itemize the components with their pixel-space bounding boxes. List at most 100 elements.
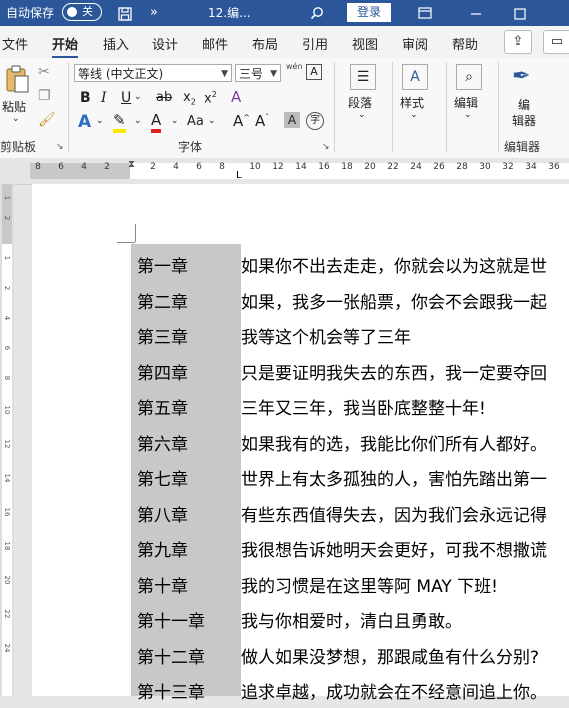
chapter-row[interactable]: 第八章 有些东西值得失去，因为我们会永远记得 — [32, 495, 569, 531]
document-title[interactable]: 12.编... — [208, 0, 251, 26]
paste-chevron-icon[interactable]: ⌄ — [12, 114, 20, 124]
tab-view[interactable]: 视图 — [352, 34, 378, 53]
bold-icon[interactable]: B — [80, 90, 91, 106]
chevron-down-icon[interactable]: ⌄ — [410, 110, 418, 120]
grow-font-icon[interactable]: A^ — [233, 112, 250, 130]
minimize-icon[interactable] — [470, 0, 482, 26]
vruler-tick-label: 1 — [3, 195, 11, 201]
chevron-down-icon[interactable]: ⌄ — [134, 116, 142, 126]
divider — [446, 62, 447, 152]
chapter-row[interactable]: 第四章 只是要证明我失去的东西，我一定要夺回 — [32, 353, 569, 389]
chapter-row[interactable]: 第九章 我很想告诉她明天会更好，可我不想撒谎 — [32, 530, 569, 566]
tab-insert[interactable]: 插入 — [103, 34, 129, 53]
chevron-down-icon[interactable]: ⌄ — [464, 110, 472, 120]
shrink-font-icon[interactable]: Aˇ — [255, 112, 269, 130]
editor-group-label: 编辑器 — [504, 140, 541, 154]
styles-label[interactable]: 样式 — [400, 94, 424, 111]
editor-label-line2[interactable]: 辑器 — [512, 112, 536, 129]
cut-icon[interactable]: ✂ — [38, 64, 50, 80]
margin-corner-mark — [117, 242, 135, 243]
tab-layout[interactable]: 布局 — [252, 34, 278, 53]
chapter-row[interactable]: 第一章 如果你不出去走走，你就会以为这就是世 — [32, 246, 569, 282]
tab-mailings[interactable]: 邮件 — [202, 34, 228, 53]
paste-icon[interactable] — [2, 64, 32, 98]
font-launcher-icon[interactable]: ↘ — [322, 142, 330, 152]
character-border-icon[interactable]: A — [306, 64, 322, 80]
clear-formatting-icon[interactable]: A — [231, 88, 241, 106]
ribbon-display-icon[interactable] — [418, 0, 432, 26]
tab-references[interactable]: 引用 — [302, 34, 328, 53]
strikethrough-icon[interactable]: ab — [156, 90, 172, 105]
ruler-tick-label: 30 — [479, 162, 491, 172]
search-icon[interactable] — [310, 0, 324, 26]
clipboard-launcher-icon[interactable]: ↘ — [56, 142, 64, 152]
chapter-label: 第二章 — [137, 292, 188, 313]
find-icon[interactable]: ⌕ — [456, 64, 482, 90]
text-effects-icon[interactable]: A — [78, 112, 91, 132]
chapter-row[interactable]: 第十一章 我与你相爱时，清白且勇敢。 — [32, 601, 569, 637]
chapter-row[interactable]: 第十章 我的习惯是在这里等阿 MAY 下班! — [32, 566, 569, 602]
paragraph-icon[interactable]: ☰ — [350, 64, 376, 90]
enclose-characters-icon[interactable]: 字 — [306, 112, 324, 130]
chevron-down-icon[interactable]: ⌄ — [171, 116, 179, 126]
autosave-toggle[interactable]: 关 — [62, 3, 102, 21]
maximize-icon[interactable] — [514, 0, 526, 26]
chapter-row[interactable]: 第六章 如果我有的选，我能比你们所有人都好。 — [32, 424, 569, 460]
ruler-tick-label: 26 — [433, 162, 445, 172]
tab-stop-icon[interactable]: L — [236, 170, 242, 181]
font-group-label: 字体 — [178, 140, 203, 154]
comment-icon[interactable]: ▭ — [543, 30, 569, 54]
chapter-text: 如果你不出去走走，你就会以为这就是世 — [241, 257, 547, 277]
tab-review[interactable]: 审阅 — [402, 34, 428, 53]
editor-icon[interactable]: ✒ — [512, 64, 530, 89]
chevron-down-icon[interactable]: ⌄ — [134, 92, 142, 102]
ruler-tick-label: 18 — [341, 162, 353, 172]
chevron-down-icon[interactable]: ⌄ — [358, 110, 366, 120]
document-page[interactable]: 第一章 如果你不出去走走，你就会以为这就是世第二章 如果，我多一张船票，你会不会跟我… — [32, 184, 569, 703]
tab-file[interactable]: 文件 — [2, 34, 28, 53]
chapter-label: 第十一章 — [137, 612, 205, 632]
italic-icon[interactable]: I — [101, 90, 107, 106]
indent-marker-icon[interactable]: ⧗ — [128, 159, 135, 170]
tab-help[interactable]: 帮助 — [452, 34, 478, 53]
chapter-row[interactable]: 第五章 三年又三年，我当卧底整整十年! — [32, 388, 569, 424]
paste-label[interactable]: 粘贴 — [2, 98, 26, 115]
tab-home[interactable]: 开始 — [52, 34, 79, 58]
title-bar: 自动保存 关 » 12.编... 登录 — [0, 0, 569, 26]
font-size-select[interactable]: 三号 ▼ — [235, 64, 281, 82]
chapter-row[interactable]: 第十三章 追求卓越，成功就会在不经意间追上你。 — [32, 672, 569, 708]
font-name-select[interactable]: 等线 (中文正文) ▼ — [74, 64, 232, 82]
underline-icon[interactable]: U — [121, 90, 131, 106]
character-shading-icon[interactable]: A — [284, 112, 300, 128]
phonetic-guide-icon[interactable]: wén — [286, 62, 303, 71]
font-color-icon[interactable]: A — [151, 112, 162, 133]
clipboard-group-label: 剪贴板 — [0, 140, 37, 154]
autosave-label: 自动保存 — [6, 6, 55, 20]
more-commands-icon[interactable]: » — [150, 0, 158, 26]
superscript-icon[interactable]: x2 — [204, 90, 217, 106]
share-icon[interactable]: ⇪ — [504, 30, 532, 54]
ruler-tick-label: 14 — [295, 162, 307, 172]
format-painter-icon[interactable]: 🖌 — [38, 112, 56, 128]
editing-label[interactable]: 编辑 — [454, 94, 478, 111]
chapter-row[interactable]: 第二章 如果，我多一张船票，你会不会跟我一起 — [32, 282, 569, 318]
copy-icon[interactable]: ❐ — [38, 88, 51, 104]
tab-design[interactable]: 设计 — [152, 34, 178, 53]
chapter-label: 第七章 — [137, 470, 188, 490]
login-button[interactable]: 登录 — [347, 3, 392, 22]
chapter-label: 第一章 — [137, 257, 188, 277]
chapter-row[interactable]: 第三章 我等这个机会等了三年 — [32, 317, 569, 353]
change-case-icon[interactable]: Aa — [187, 114, 204, 129]
save-icon[interactable] — [116, 0, 134, 26]
highlight-icon[interactable]: ✎ — [113, 112, 126, 133]
subscript-icon[interactable]: x2 — [183, 90, 196, 107]
chevron-down-icon[interactable]: ⌄ — [96, 116, 104, 126]
chapter-text: 只是要证明我失去的东西，我一定要夺回 — [241, 363, 547, 384]
styles-icon[interactable]: A — [402, 64, 428, 90]
chapter-row[interactable]: 第七章 世界上有太多孤独的人，害怕先踏出第一 — [32, 459, 569, 495]
chapter-row[interactable]: 第十二章 做人如果没梦想，那跟咸鱼有什么分别? — [32, 637, 569, 673]
chevron-down-icon[interactable]: ⌄ — [208, 116, 216, 126]
vertical-ruler[interactable]: 1 2 1 2 4 6 8 10 12 14 16 18 20 22 24 — [0, 184, 14, 696]
paragraph-label[interactable]: 段落 — [348, 94, 372, 111]
editor-label-line1[interactable]: 编 — [518, 96, 530, 113]
